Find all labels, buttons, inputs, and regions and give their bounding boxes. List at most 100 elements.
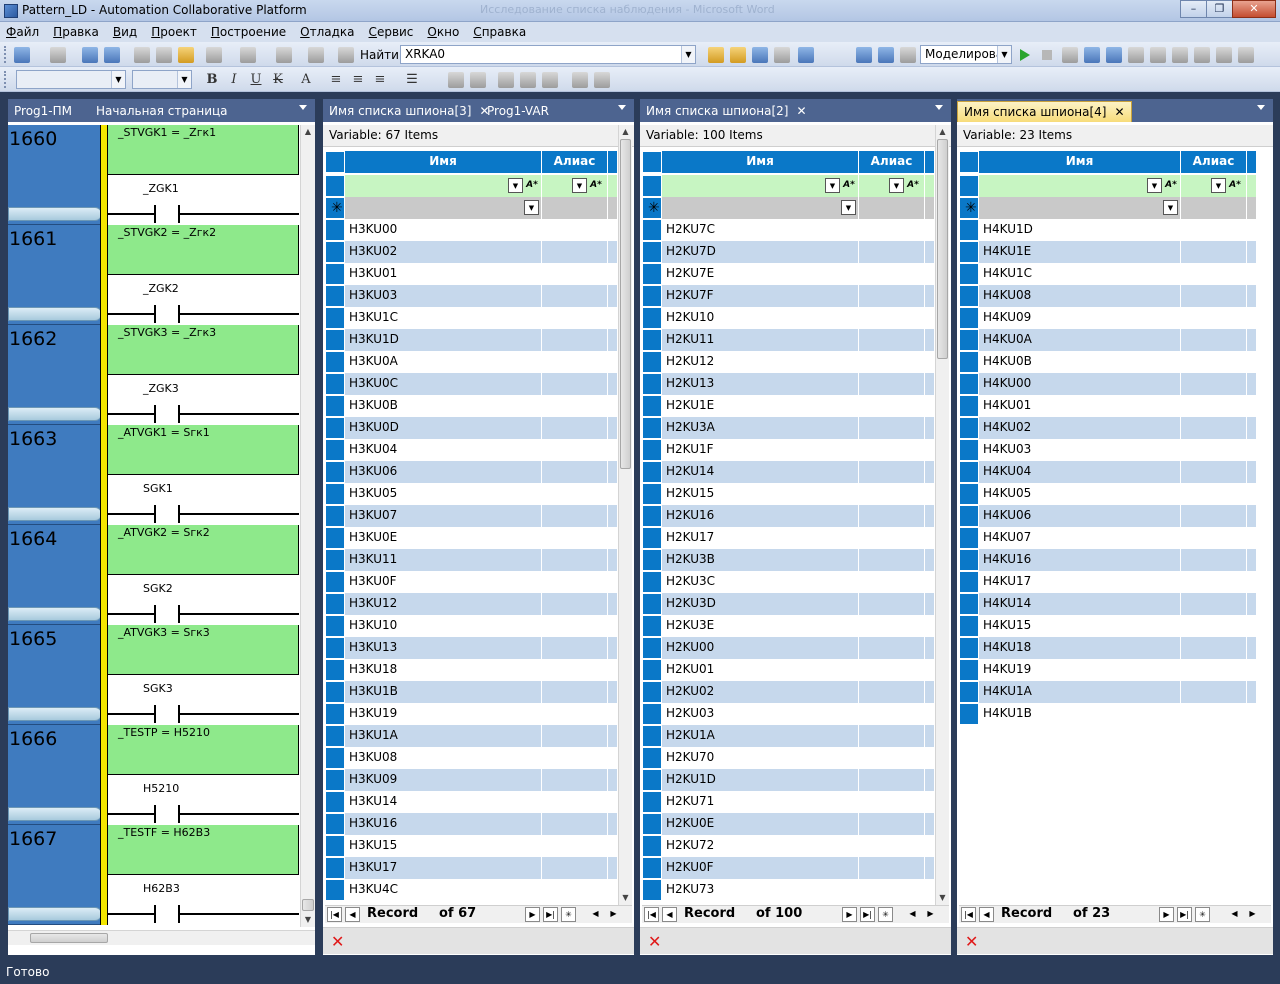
row-selector[interactable] [959, 395, 979, 417]
eraser-icon[interactable] [470, 72, 486, 88]
variable-name-cell[interactable]: H3KU1B [345, 681, 542, 703]
variable-name-cell[interactable]: H3KU09 [345, 769, 542, 791]
menu-tools[interactable]: Сервис [369, 25, 414, 39]
alias-cell[interactable] [1181, 615, 1247, 637]
menu-project[interactable]: Проект [151, 25, 197, 39]
extra-cell[interactable] [608, 241, 618, 263]
table-row[interactable]: H4KU1D [959, 219, 1257, 241]
scroll-thumb[interactable] [620, 139, 631, 469]
watch-4-icon[interactable] [1194, 47, 1210, 63]
table-row[interactable]: H4KU0B [959, 351, 1257, 373]
variable-name-cell[interactable]: H3KU11 [345, 549, 542, 571]
table-row[interactable]: H3KU4C [325, 879, 618, 901]
row-selector[interactable] [959, 659, 979, 681]
alias-cell[interactable] [1181, 241, 1247, 263]
alias-cell[interactable] [859, 549, 925, 571]
filter-icon[interactable]: A* [905, 178, 921, 193]
ladder-rung[interactable]: 1664 _ATVGK2 = Sгк2 SGK2 [8, 525, 299, 625]
scroll-down-icon[interactable]: ▼ [619, 891, 632, 905]
rung-handle[interactable] [8, 807, 102, 821]
alias-cell[interactable] [859, 527, 925, 549]
table-row[interactable]: H4KU03 [959, 439, 1257, 461]
alias-cell[interactable] [542, 373, 608, 395]
extra-cell[interactable] [608, 593, 618, 615]
menu-file[interactable]: Файл [6, 25, 39, 39]
row-selector[interactable] [959, 219, 979, 241]
variable-name-cell[interactable]: H4KU01 [979, 395, 1181, 417]
filter-icon[interactable]: A* [524, 178, 540, 193]
variable-name-cell[interactable]: H2KU15 [662, 483, 859, 505]
extra-cell[interactable] [1247, 483, 1257, 505]
alias-cell[interactable] [542, 681, 608, 703]
row-selector[interactable] [642, 879, 662, 901]
alias-cell[interactable] [859, 241, 925, 263]
row-selector[interactable] [642, 593, 662, 615]
alias-cell[interactable] [542, 483, 608, 505]
tab-list-icon[interactable] [618, 105, 626, 110]
alias-cell[interactable] [542, 659, 608, 681]
table-row[interactable]: H2KU14 [642, 461, 935, 483]
row-selector[interactable] [642, 505, 662, 527]
contact-icon[interactable] [154, 705, 180, 723]
variable-name-cell[interactable]: H3KU13 [345, 637, 542, 659]
toolbar-grip[interactable] [4, 46, 8, 63]
alias-cell[interactable] [1181, 549, 1247, 571]
row-selector[interactable]: ✳ [959, 197, 979, 219]
windows-icon[interactable] [798, 47, 814, 63]
variable-name-cell[interactable]: H2KU02 [662, 681, 859, 703]
table-row[interactable]: H3KU00 [325, 219, 618, 241]
mode-combobox[interactable]: Моделирова ▼ [920, 45, 1012, 64]
table-row[interactable]: H2KU3A [642, 417, 935, 439]
row-selector[interactable] [959, 483, 979, 505]
rung-handle[interactable] [8, 907, 102, 921]
align-center-icon[interactable]: ≡ [350, 72, 366, 88]
new-record-icon[interactable]: ✳ [878, 907, 893, 922]
assignment-block[interactable]: _ATVGK2 = Sгк2 [108, 525, 299, 575]
alias-cell[interactable] [1181, 285, 1247, 307]
variable-name-cell[interactable]: H2KU3A [662, 417, 859, 439]
variable-name-cell[interactable]: H4KU0B [979, 351, 1181, 373]
assignment-block[interactable]: _STVGK3 = _Zгк3 [108, 325, 299, 375]
extra-cell[interactable] [925, 813, 935, 835]
table-row[interactable]: H2KU71 [642, 791, 935, 813]
row-selector[interactable] [642, 307, 662, 329]
row-selector[interactable] [642, 461, 662, 483]
variable-name-cell[interactable]: H3KU00 [345, 219, 542, 241]
strikethrough-icon[interactable]: K [270, 72, 286, 88]
extra-cell[interactable] [925, 307, 935, 329]
assignment-block[interactable]: _TESTP = H5210 [108, 725, 299, 775]
table-row[interactable]: H2KU10 [642, 307, 935, 329]
rung-handle[interactable] [8, 607, 102, 621]
connect-icon[interactable] [594, 72, 610, 88]
new-alias-cell[interactable] [1181, 197, 1247, 219]
table-row[interactable]: H4KU04 [959, 461, 1257, 483]
scroll-up-icon[interactable]: ▲ [936, 125, 949, 139]
extra-cell[interactable] [1247, 263, 1257, 285]
extra-cell[interactable] [608, 483, 618, 505]
table-row[interactable]: H4KU07 [959, 527, 1257, 549]
row-selector[interactable] [642, 549, 662, 571]
menu-window[interactable]: Окно [427, 25, 459, 39]
row-selector[interactable] [642, 219, 662, 241]
chevron-down-icon[interactable]: ▼ [524, 200, 539, 215]
new-name-cell[interactable]: ▼ [345, 197, 542, 219]
alias-cell[interactable] [1181, 681, 1247, 703]
extra-cell[interactable] [925, 725, 935, 747]
variable-name-cell[interactable]: H3KU07 [345, 505, 542, 527]
chevron-down-icon[interactable]: ▼ [1211, 178, 1226, 193]
variable-name-cell[interactable]: H4KU09 [979, 307, 1181, 329]
font-name-combobox[interactable]: ▼ [16, 70, 126, 89]
variable-name-cell[interactable]: H3KU1D [345, 329, 542, 351]
last-record-icon[interactable]: ▶| [1177, 907, 1192, 922]
variable-name-cell[interactable]: H4KU03 [979, 439, 1181, 461]
extra-cell[interactable] [1247, 329, 1257, 351]
alias-cell[interactable] [859, 395, 925, 417]
ladder-rung[interactable]: 1661 _STVGK2 = _Zгк2 _ZGK2 [8, 225, 299, 325]
alias-cell[interactable] [859, 571, 925, 593]
extra-cell[interactable] [925, 791, 935, 813]
table-row[interactable]: H4KU1B [959, 703, 1257, 725]
extra-cell[interactable] [1247, 351, 1257, 373]
variable-name-cell[interactable]: H4KU18 [979, 637, 1181, 659]
tab-spy-list[interactable]: Prog1-VAR [481, 101, 555, 122]
table-row[interactable]: H2KU3B [642, 549, 935, 571]
